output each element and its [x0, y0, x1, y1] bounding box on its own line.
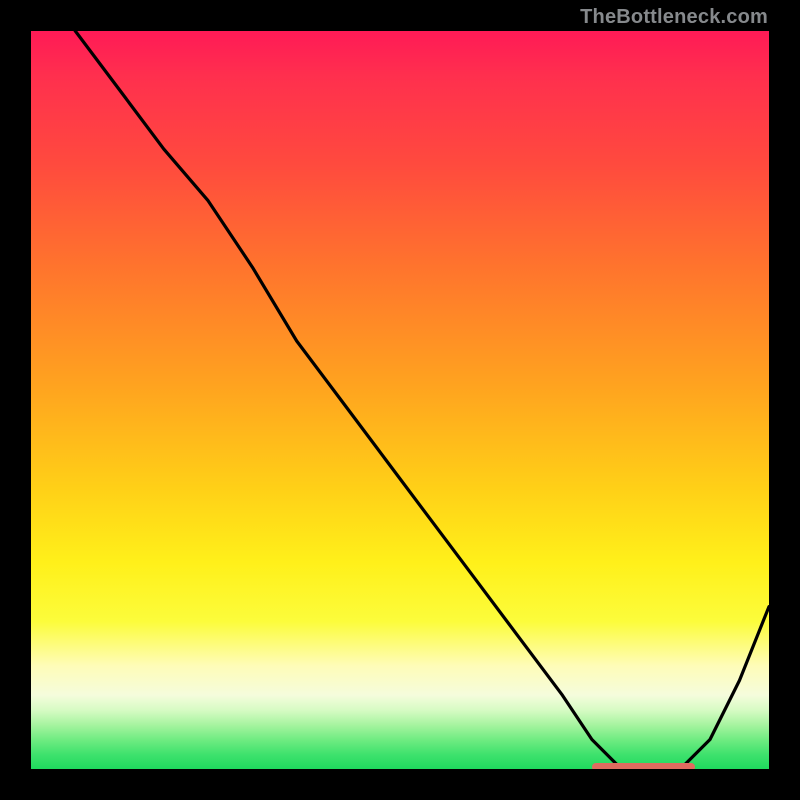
plot-area	[31, 31, 769, 769]
watermark-label: TheBottleneck.com	[580, 6, 768, 29]
bottleneck-curve	[31, 31, 769, 769]
chart-frame: TheBottleneck.com	[0, 0, 800, 800]
optimal-region-marker	[592, 763, 695, 769]
